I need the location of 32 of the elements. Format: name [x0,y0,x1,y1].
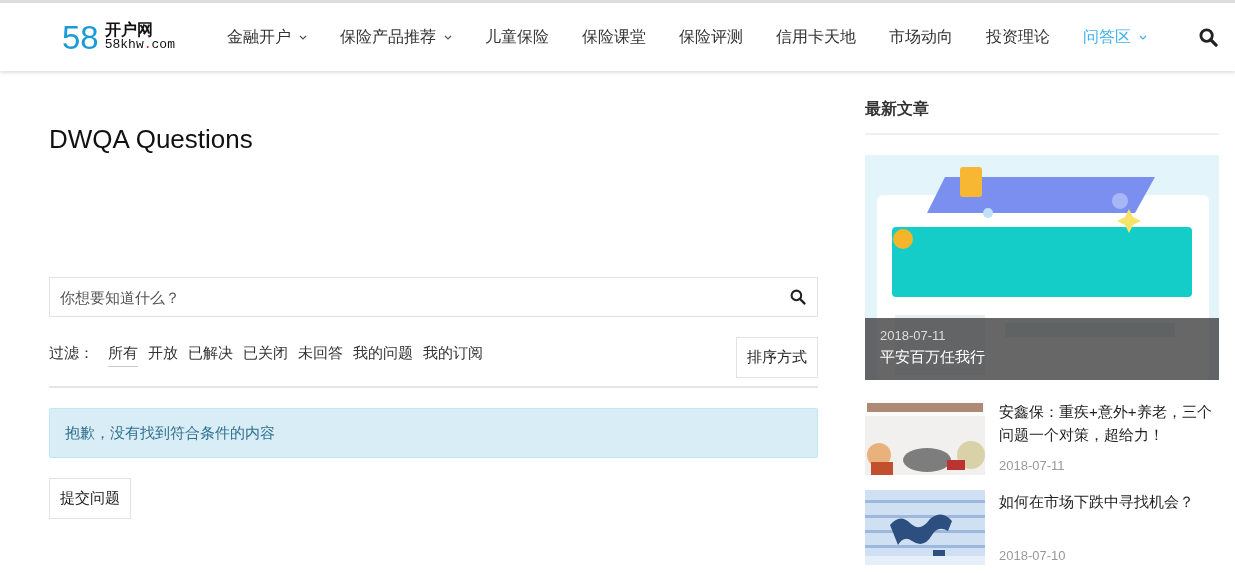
search-icon[interactable] [790,289,806,306]
sidebar-heading: 最新文章 [865,97,1219,135]
page-title: DWQA Questions [49,124,254,156]
search-field[interactable]: 你想要知道什么？ [49,277,818,318]
filter-link[interactable]: 已解决 [188,342,233,367]
filter-link[interactable]: 已关闭 [243,342,288,367]
nav-link[interactable]: 保险评测 [678,25,743,49]
nav-link[interactable]: 保险产品推荐 [339,25,452,49]
filter-link[interactable]: 未回答 [298,342,343,367]
sort-button[interactable]: 排序方式 [736,337,818,378]
nav-link[interactable]: 儿童保险 [484,25,549,49]
nav-link[interactable]: 金融开户 [226,25,307,49]
nav-link[interactable]: 市场动向 [888,25,953,49]
filter-link[interactable]: 开放 [148,342,178,367]
article-date: 2018-07-11 [999,456,1066,475]
search-icon[interactable] [1199,27,1218,47]
article-title[interactable]: 平安百万任我行 [880,345,1204,368]
logo-name[interactable]: 开户网 [104,21,175,38]
article-date: 2018-07-10 [999,546,1067,565]
article-title[interactable]: 如何在市场下跌中寻找机会？ [999,490,1194,514]
article-title[interactable]: 安鑫保：重疾+意外+养老，三个问题一个对策，超给力！ [999,400,1219,447]
logo-domain[interactable]: 58khw.com [104,37,175,53]
nav-link[interactable]: 保险课堂 [581,25,646,49]
filter-link[interactable]: 我的问题 [353,342,413,367]
notice-message: 抱歉，没有找到符合条件的内容 [49,407,818,459]
filter-link[interactable]: 所有 [108,342,138,367]
nav-link[interactable]: 信用卡天地 [775,25,856,49]
filter-link[interactable]: 我的订阅 [423,342,483,367]
article-date: 2018-07-11 [880,327,947,345]
submit-question-button[interactable]: 提交问题 [49,478,131,519]
nav-link[interactable]: 投资理论 [985,25,1050,49]
filter-label: 过滤： [49,343,94,364]
